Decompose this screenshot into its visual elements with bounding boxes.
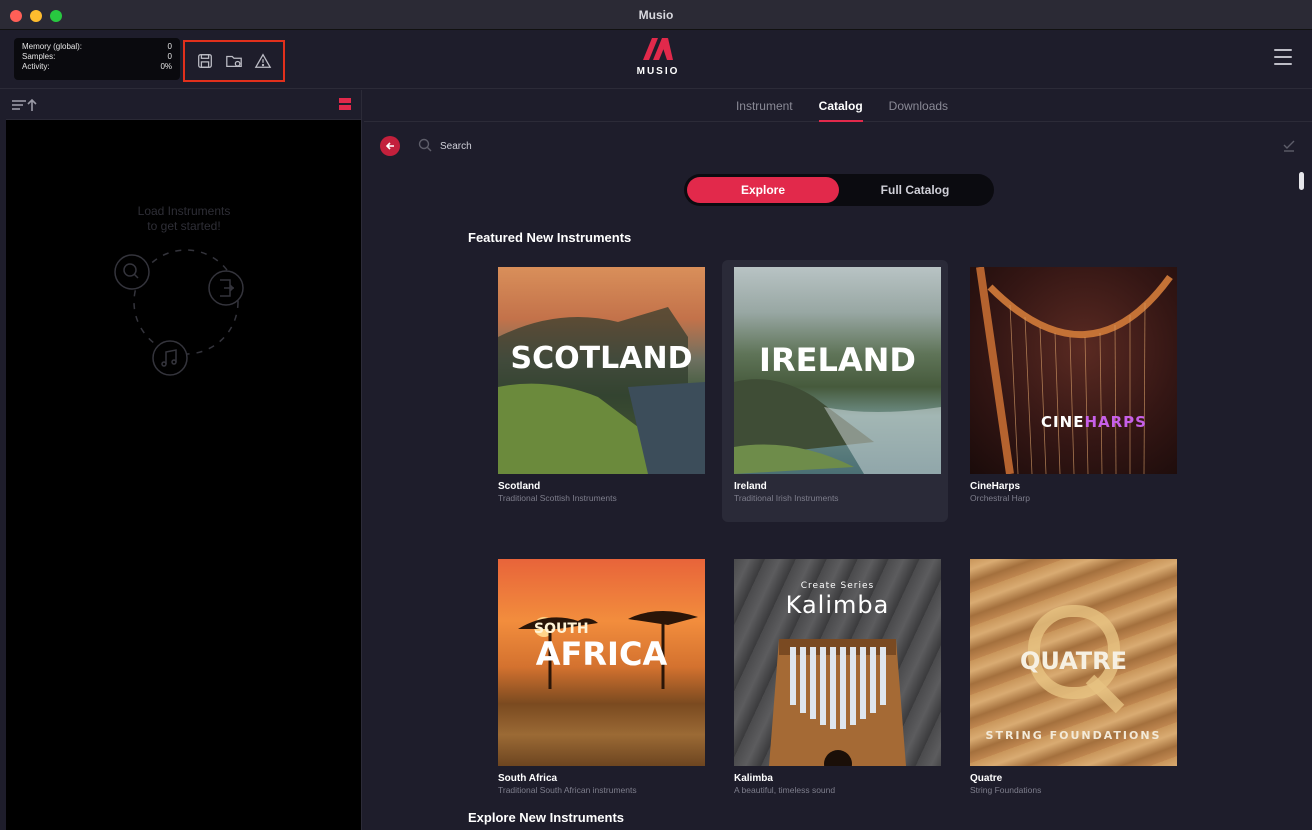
title-bar: Musio xyxy=(0,0,1312,30)
empty-state-text: Load Instruments to get started! xyxy=(6,204,362,234)
scrollbar-thumb[interactable] xyxy=(1299,172,1304,190)
full-catalog-button[interactable]: Full Catalog xyxy=(839,177,991,203)
card-art-label: Kalimba xyxy=(785,591,890,619)
stat-label: Samples: xyxy=(22,52,56,61)
card-title: Kalimba xyxy=(734,773,773,784)
card-art-label: SCOTLAND xyxy=(510,341,693,376)
logo-text: MUSIO xyxy=(636,66,680,77)
musio-logo: MUSIO xyxy=(632,36,684,84)
card-art-series: Create Series xyxy=(800,581,875,591)
card-title: Quatre xyxy=(970,773,1003,784)
card-art-sublabel: STRING FOUNDATIONS xyxy=(985,729,1162,742)
save-icon[interactable] xyxy=(196,52,214,70)
view-toggle: Explore Full Catalog xyxy=(684,174,994,206)
empty-state-graphic xyxy=(114,249,244,376)
instrument-card[interactable]: SCOTLAND Scotland Traditional Scottish I… xyxy=(486,260,712,522)
art-label-part-b: HARPS xyxy=(1084,413,1147,431)
art-label-part-a: CINE xyxy=(1041,413,1085,431)
card-subtitle: String Foundations xyxy=(970,785,1042,795)
harp-illustration xyxy=(976,267,1173,474)
stat-label: Memory (global): xyxy=(22,42,83,51)
stat-value: 0 xyxy=(167,42,172,51)
arrow-left-icon xyxy=(385,142,394,150)
checkmark-icon[interactable] xyxy=(1282,138,1296,152)
search-row xyxy=(380,134,1300,158)
card-title: Scotland xyxy=(498,481,541,492)
explore-button[interactable]: Explore xyxy=(687,177,839,203)
stat-value: 0 xyxy=(167,52,172,61)
instrument-card[interactable]: IRELAND Ireland Traditional Irish Instru… xyxy=(722,260,948,522)
app-header: Memory (global): 0 Samples: 0 Activity: … xyxy=(0,31,1312,89)
card-subtitle: A beautiful, timeless sound xyxy=(734,785,836,795)
card-title: CineHarps xyxy=(970,481,1021,492)
close-window-button[interactable] xyxy=(10,10,22,22)
hamburger-menu-icon[interactable] xyxy=(1274,49,1292,65)
stats-panel: Memory (global): 0 Samples: 0 Activity: … xyxy=(14,38,180,80)
rack-toolbar xyxy=(6,90,361,120)
card-artwork: QUATRE STRING FOUNDATIONS xyxy=(970,559,1177,766)
instrument-rack-panel: Load Instruments to get started! xyxy=(6,90,362,830)
stat-value: 0% xyxy=(160,62,172,71)
card-art-label: CINEHARPS xyxy=(1014,413,1174,431)
tab-instrument[interactable]: Instrument xyxy=(736,90,793,122)
folder-add-icon[interactable] xyxy=(225,52,243,70)
back-button[interactable] xyxy=(380,136,400,156)
warning-icon[interactable] xyxy=(254,52,272,70)
instrument-grid: SCOTLAND Scotland Traditional Scottish I… xyxy=(486,260,1186,814)
stat-samples: Samples: 0 xyxy=(22,52,172,62)
toolbar-actions xyxy=(183,40,285,82)
collapse-icon[interactable] xyxy=(339,96,351,112)
card-art-label: AFRICA xyxy=(535,635,668,673)
stat-memory: Memory (global): 0 xyxy=(22,42,172,52)
card-artwork: Create Series Kalimba xyxy=(734,559,941,766)
tab-catalog[interactable]: Catalog xyxy=(818,90,863,122)
empty-line-1: Load Instruments xyxy=(137,204,231,218)
instrument-card[interactable]: CINEHARPS CineHarps Orchestral Harp xyxy=(958,260,1184,522)
card-title: Ireland xyxy=(734,481,767,492)
card-artwork: SCOTLAND xyxy=(498,267,705,474)
card-title: South Africa xyxy=(498,773,558,784)
window-controls xyxy=(10,10,62,22)
card-subtitle: Traditional Scottish Instruments xyxy=(498,493,617,503)
zoom-window-button[interactable] xyxy=(50,10,62,22)
sort-icon[interactable] xyxy=(10,97,38,113)
logo-mark xyxy=(643,38,673,60)
card-subtitle: Traditional South African instruments xyxy=(498,785,637,795)
instrument-card[interactable]: Create Series Kalimba Kalimba A beautifu… xyxy=(722,552,948,814)
stat-label: Activity: xyxy=(22,62,50,71)
empty-line-2: to get started! xyxy=(147,219,221,233)
instrument-card[interactable]: SOUTH AFRICA South Africa Traditional So… xyxy=(486,552,712,814)
card-subtitle: Orchestral Harp xyxy=(970,493,1030,503)
minimize-window-button[interactable] xyxy=(30,10,42,22)
card-art-label: QUATRE xyxy=(1019,647,1128,675)
search-input[interactable] xyxy=(440,136,740,156)
main-tabs: Instrument Catalog Downloads xyxy=(364,90,1312,122)
search-icon xyxy=(418,138,432,152)
window-title: Musio xyxy=(638,7,674,22)
card-artwork: IRELAND xyxy=(734,267,941,474)
catalog-area: Instrument Catalog Downloads Explore Ful… xyxy=(364,90,1312,830)
card-artwork: CINEHARPS xyxy=(970,267,1177,474)
card-artwork: SOUTH AFRICA xyxy=(498,559,705,766)
explore-section-title: Explore New Instruments xyxy=(468,810,625,825)
stat-activity: Activity: 0% xyxy=(22,62,172,72)
featured-section-title: Featured New Instruments xyxy=(468,230,632,245)
instrument-card[interactable]: QUATRE STRING FOUNDATIONS Quatre String … xyxy=(958,552,1184,814)
card-art-label: IRELAND xyxy=(759,341,916,379)
card-subtitle: Traditional Irish Instruments xyxy=(734,493,839,503)
tab-downloads[interactable]: Downloads xyxy=(889,90,948,122)
